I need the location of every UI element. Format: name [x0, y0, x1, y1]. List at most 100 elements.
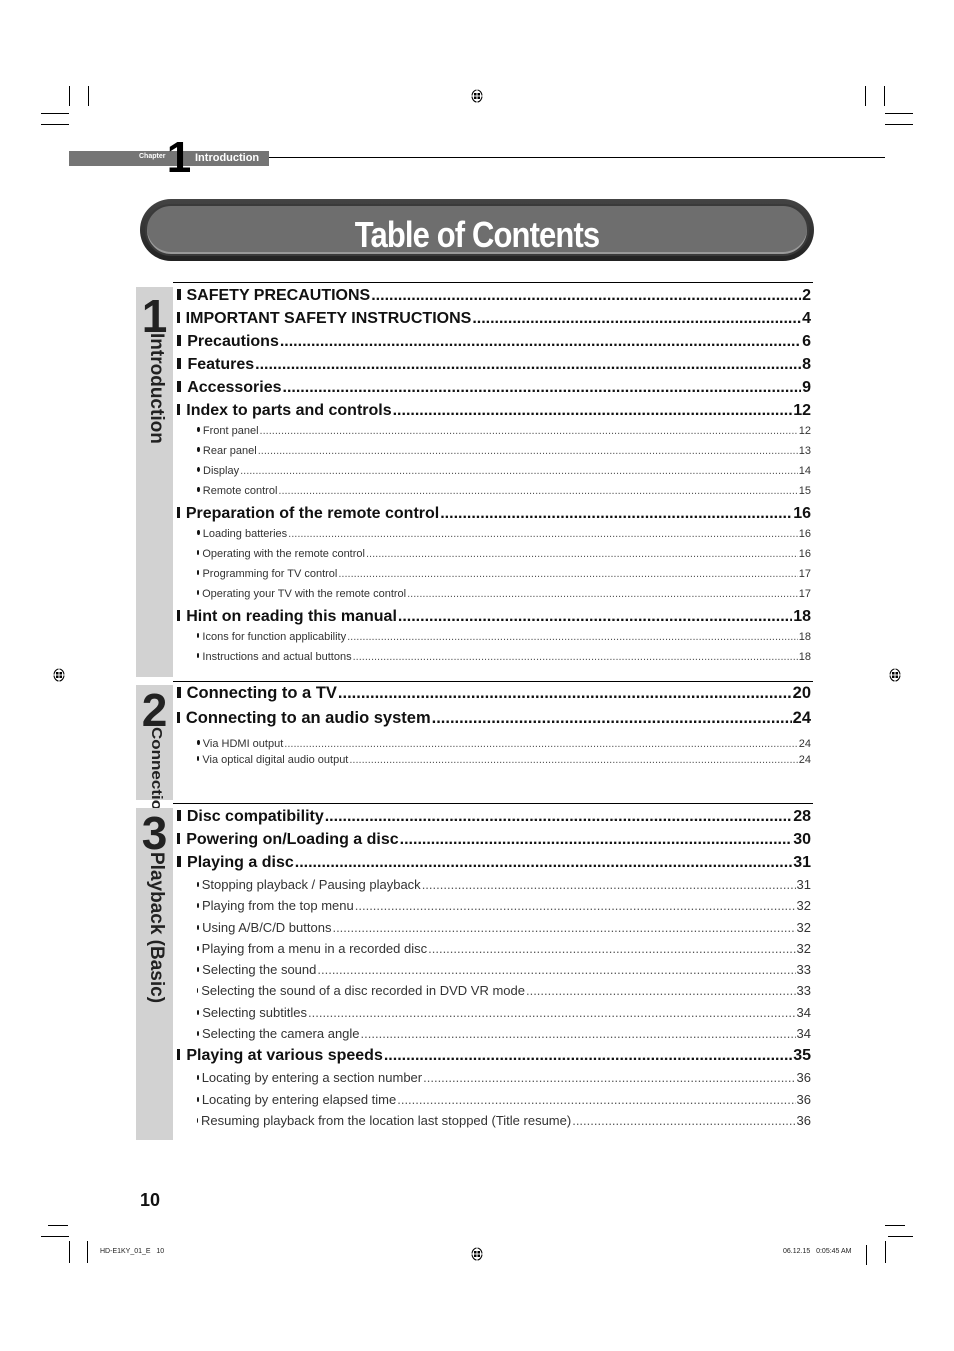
- toc-main-entry[interactable]: Connecting to a TV 20: [177, 684, 811, 709]
- entry-title: Locating by entering elapsed time: [201, 1091, 397, 1107]
- entry-title: Playing at various speeds: [186, 1047, 383, 1065]
- entry-title: Resuming playback from the location last…: [201, 1112, 572, 1128]
- entry-title: Remote control: [202, 485, 278, 497]
- entry-page-number: 9: [802, 379, 811, 396]
- dot-leader: [353, 651, 798, 663]
- page-number: 10: [140, 1190, 161, 1210]
- toc-main-entry[interactable]: Precautions 6: [177, 333, 811, 356]
- entry-title: Accessories: [187, 379, 282, 396]
- toc-sub-entry[interactable]: Rear panel 13: [177, 445, 811, 465]
- entry-title: Selecting the camera angle: [201, 1026, 360, 1042]
- toc-sub-entry[interactable]: Using A/B/C/D buttons 32: [177, 920, 811, 941]
- crop-mark: [885, 124, 913, 125]
- entry-page-number: 8: [802, 356, 811, 373]
- toc-main-entry[interactable]: Playing a disc 31: [177, 854, 811, 877]
- entry-page-number: 13: [798, 445, 811, 457]
- print-timestamp: 06.12.15 0:05:45 AM: [783, 1248, 852, 1255]
- toc-sub-entry[interactable]: Selecting the camera angle 34: [177, 1026, 811, 1047]
- round-bullet-icon: [197, 570, 200, 575]
- dot-leader: [283, 379, 802, 397]
- entry-page-number: 33: [796, 962, 811, 978]
- toc-main-entry[interactable]: Disc compatibility 28: [177, 808, 811, 831]
- entry-page-number: 2: [802, 287, 811, 304]
- entry-title: Features: [187, 356, 255, 373]
- dot-leader: [347, 631, 798, 643]
- dot-leader: [240, 465, 798, 477]
- dot-leader: [338, 568, 797, 580]
- round-bullet-icon: [197, 1009, 200, 1015]
- round-bullet-icon: [197, 1096, 199, 1102]
- section-rule: [173, 282, 813, 283]
- entry-page-number: 24: [792, 709, 811, 727]
- entry-title: Selecting the sound: [202, 962, 317, 978]
- entry-page-number: 24: [798, 754, 811, 766]
- dot-leader: [422, 877, 796, 892]
- round-bullet-icon: [197, 1117, 199, 1123]
- entry-title: Front panel: [202, 425, 259, 437]
- toc-sub-entry[interactable]: Operating with the remote control 16: [177, 548, 811, 568]
- toc-sub-entry[interactable]: Operating your TV with the remote contro…: [177, 588, 811, 608]
- round-bullet-icon: [197, 1075, 199, 1081]
- toc-sub-entry[interactable]: Loading batteries 16: [177, 528, 811, 548]
- round-bullet-icon: [197, 427, 200, 432]
- round-bullet-icon: [197, 447, 200, 452]
- toc-sub-entry[interactable]: Front panel 12: [177, 425, 811, 445]
- dot-leader: [295, 854, 792, 872]
- entry-page-number: 12: [793, 402, 811, 419]
- entry-page-number: 36: [796, 1070, 811, 1086]
- entry-title: Loading batteries: [202, 528, 288, 540]
- toc-sub-entry[interactable]: Icons for function applicability 18: [177, 631, 811, 651]
- dot-leader: [338, 684, 792, 703]
- dot-leader: [332, 920, 795, 935]
- page-title: Table of Contents: [354, 214, 600, 255]
- square-bullet-icon: [177, 687, 181, 698]
- entry-page-number: 36: [796, 1112, 811, 1128]
- toc-sub-entry[interactable]: Selecting the sound 33: [177, 962, 811, 983]
- section-label: Playback (Basic): [146, 852, 167, 1004]
- entry-title: Powering on/Loading a disc: [186, 831, 399, 848]
- toc-sub-entry[interactable]: Via optical digital audio output 24: [177, 754, 811, 770]
- dot-leader: [349, 754, 797, 766]
- toc-main-entry[interactable]: Powering on/Loading a disc 30: [177, 831, 811, 854]
- dot-leader: [308, 1005, 796, 1020]
- entry-page-number: 34: [796, 1004, 811, 1020]
- section-label: Introduction: [146, 333, 167, 444]
- toc-sub-entry[interactable]: Remote control 15: [177, 485, 811, 505]
- toc-section-playback-basic: 3 Playback (Basic) Disc compatibility 28 P…: [136, 803, 813, 1140]
- toc-sub-entry[interactable]: Stopping playback / Pausing playback 31: [177, 877, 811, 898]
- entry-title: Rear panel: [202, 445, 257, 457]
- entry-page-number: 17: [798, 588, 811, 600]
- toc-sub-entry[interactable]: Display 14: [177, 465, 811, 485]
- toc-sub-entry[interactable]: Locating by entering elapsed time 36: [177, 1092, 811, 1113]
- entry-page-number: 18: [798, 651, 811, 663]
- toc-main-entry[interactable]: Hint on reading this manual 18: [177, 608, 811, 631]
- toc-sub-entry[interactable]: Instructions and actual buttons 18: [177, 651, 811, 671]
- toc-sub-entry[interactable]: Playing from the top menu 32: [177, 898, 811, 919]
- toc-sub-entry[interactable]: Selecting the sound of a disc recorded i…: [177, 983, 811, 1004]
- toc-sub-entry[interactable]: Via HDMI output 24: [177, 738, 811, 754]
- round-bullet-icon: [197, 945, 199, 951]
- entry-title: Via optical digital audio output: [202, 754, 349, 766]
- toc-sub-entry[interactable]: Locating by entering a section number 36: [177, 1070, 811, 1091]
- toc-sub-entry[interactable]: Playing from a menu in a recorded disc 32: [177, 941, 811, 962]
- toc-main-entry[interactable]: Preparation of the remote control 16: [177, 505, 811, 528]
- toc-sub-entry[interactable]: Resuming playback from the location last…: [177, 1113, 811, 1134]
- dot-leader: [258, 445, 798, 457]
- toc-main-entry[interactable]: Features 8: [177, 356, 811, 379]
- toc-main-entry[interactable]: Playing at various speeds 35: [177, 1047, 811, 1070]
- toc-main-entry[interactable]: Accessories 9: [177, 379, 811, 402]
- round-bullet-icon: [197, 530, 200, 535]
- toc-sub-entry[interactable]: Programming for TV control 17: [177, 568, 811, 588]
- toc-main-entry[interactable]: Connecting to an audio system 24: [177, 709, 811, 734]
- entry-page-number: 31: [796, 877, 811, 892]
- section-entries: SAFETY PRECAUTIONS 2 IMPORTANT SAFETY INST…: [177, 287, 811, 671]
- square-bullet-icon: [177, 335, 182, 346]
- dot-leader: [526, 983, 796, 998]
- toc-main-entry[interactable]: Index to parts and controls 12: [177, 402, 811, 425]
- toc-main-entry[interactable]: SAFETY PRECAUTIONS 2: [177, 287, 811, 310]
- entry-title: Instructions and actual buttons: [202, 651, 352, 663]
- square-bullet-icon: [177, 856, 182, 867]
- toc-sub-entry[interactable]: Selecting subtitles 34: [177, 1005, 811, 1026]
- toc-section-connections: 2 Connections Connecting to a TV20Connec…: [136, 681, 813, 830]
- toc-main-entry[interactable]: IMPORTANT SAFETY INSTRUCTIONS 4: [177, 310, 811, 333]
